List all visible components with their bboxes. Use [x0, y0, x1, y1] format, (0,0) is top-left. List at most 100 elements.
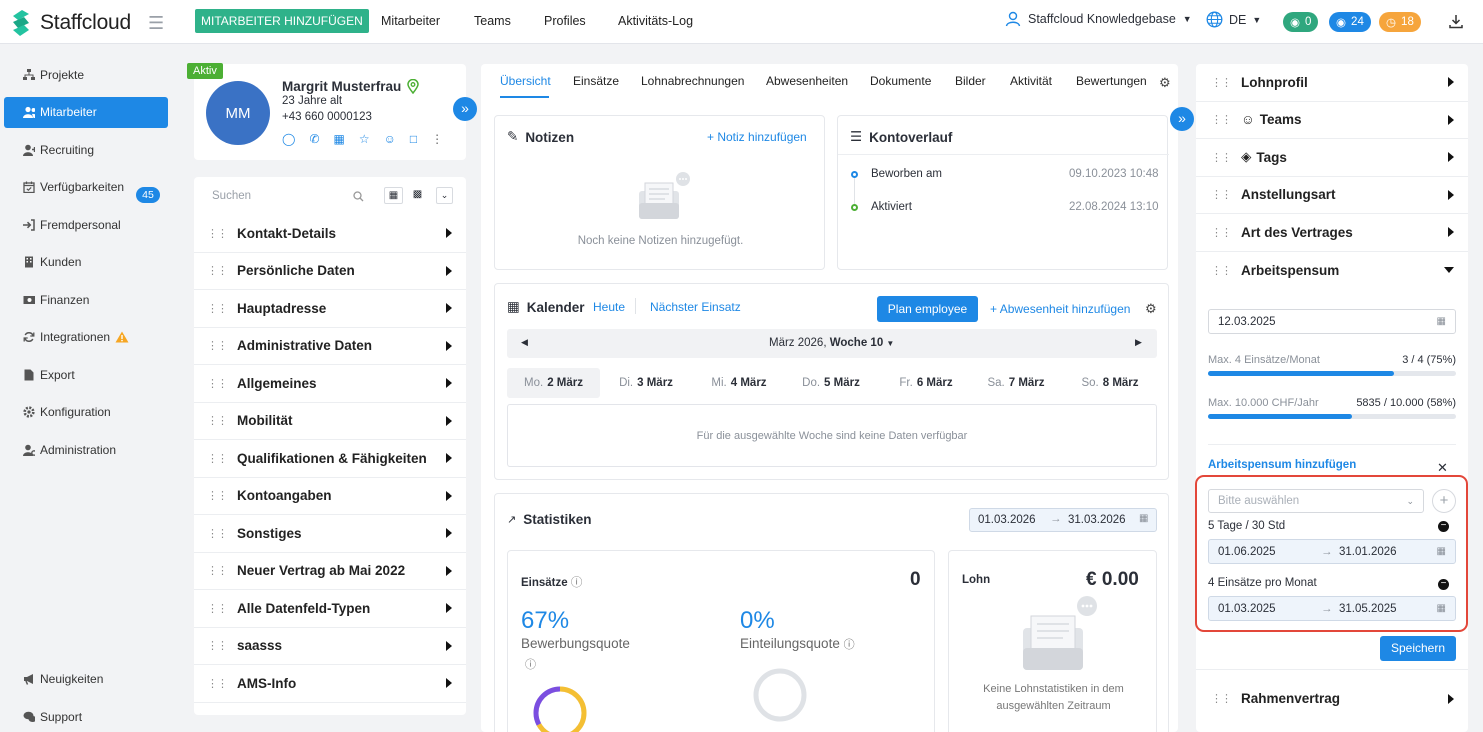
drag-handle-icon[interactable]: ⋮⋮	[207, 564, 228, 577]
drag-handle-icon[interactable]: ⋮⋮	[207, 489, 228, 502]
avatar[interactable]: MM	[206, 81, 270, 145]
tab-abwesenheiten[interactable]: Abwesenheiten	[766, 74, 848, 88]
sidebar-item-export[interactable]: Export	[23, 368, 75, 382]
drag-handle-icon[interactable]: ⋮⋮	[207, 339, 228, 352]
account-menu[interactable]: Staffcloud Knowledgebase ▼	[1005, 11, 1192, 27]
expand-profile-button[interactable]: »	[453, 97, 477, 121]
day-mi-3[interactable]: Mi. 4 März	[696, 368, 782, 398]
right-section-art-des-vertrages[interactable]: ⋮⋮ Art des Vertrages	[1196, 214, 1468, 252]
drag-handle-icon[interactable]: ⋮⋮	[1211, 113, 1232, 126]
right-section-teams[interactable]: ⋮⋮ ☺ Teams	[1196, 102, 1468, 139]
pensum-date-field[interactable]: 12.03.2025 ▦	[1208, 309, 1456, 334]
pensum-select[interactable]: Bitte auswählen ⌄	[1208, 489, 1424, 513]
section-kontakt-details[interactable]: ⋮⋮ Kontakt-Details	[194, 215, 466, 253]
search-input[interactable]: Suchen	[212, 190, 251, 202]
day-di-2[interactable]: Di. 3 März	[603, 368, 689, 398]
section-allgemeines[interactable]: ⋮⋮ Allgemeines	[194, 365, 466, 403]
pensum-range-field[interactable]: 01.03.2025 → 31.05.2025 ▦	[1208, 596, 1456, 621]
sidebar-item-kunden[interactable]: Kunden	[23, 255, 81, 269]
tab-settings-icon[interactable]: ⚙	[1159, 75, 1171, 91]
calendar-settings-icon[interactable]: ⚙	[1145, 301, 1157, 317]
right-section-arbeitspensum[interactable]: ⋮⋮ Arbeitspensum	[1196, 252, 1468, 290]
tab-dokumente[interactable]: Dokumente	[870, 74, 931, 88]
document-icon[interactable]: □	[410, 132, 417, 146]
app-logo[interactable]: Staffcloud	[10, 8, 131, 38]
menu-toggle-icon[interactable]: ☰	[148, 13, 164, 34]
right-section-tags[interactable]: ⋮⋮ ◈ Tags	[1196, 139, 1468, 177]
sidebar-item-neuigkeiten[interactable]: Neuigkeiten	[23, 672, 103, 686]
day-mo-1[interactable]: Mo. 2 März	[507, 368, 600, 398]
section-administrative-daten[interactable]: ⋮⋮ Administrative Daten	[194, 328, 466, 365]
drag-handle-icon[interactable]: ⋮⋮	[1211, 692, 1232, 705]
star-icon[interactable]: ☆	[359, 132, 370, 146]
add-absence-link[interactable]: + Abwesenheit hinzufügen	[990, 302, 1130, 316]
drag-handle-icon[interactable]: ⋮⋮	[207, 302, 228, 315]
tab-aktivitaet[interactable]: Aktivität	[1010, 74, 1052, 88]
drag-handle-icon[interactable]: ⋮⋮	[1211, 226, 1232, 239]
sidebar-item-konfiguration[interactable]: Konfiguration	[23, 405, 111, 419]
week-selector[interactable]: März 2026, Woche 10 ▼	[769, 337, 894, 349]
user-icon[interactable]: ☺	[384, 132, 396, 146]
section-neuer-vertrag-ab-mai-2022[interactable]: ⋮⋮ Neuer Vertrag ab Mai 2022	[194, 553, 466, 590]
messages-counter[interactable]: ◉ 0	[1283, 12, 1319, 32]
next-assignment-link[interactable]: Nächster Einsatz	[650, 300, 741, 314]
plan-employee-button[interactable]: Plan employee	[877, 296, 978, 322]
sidebar-item-projekte[interactable]: Projekte	[23, 68, 84, 82]
today-link[interactable]: Heute	[593, 300, 625, 314]
next-week-icon[interactable]: ▶	[1135, 337, 1142, 348]
remove-pensum-icon[interactable]: −	[1438, 521, 1449, 532]
drag-handle-icon[interactable]: ⋮⋮	[1211, 76, 1232, 89]
drag-handle-icon[interactable]: ⋮⋮	[207, 639, 228, 652]
remove-pensum-icon[interactable]: −	[1438, 579, 1449, 590]
tab-bilder[interactable]: Bilder	[955, 74, 986, 88]
drag-handle-icon[interactable]: ⋮⋮	[1211, 151, 1232, 164]
grid-view-icon[interactable]: ▩	[408, 187, 427, 204]
drag-handle-icon[interactable]: ⋮⋮	[1211, 264, 1232, 277]
sidebar-item-recruiting[interactable]: Recruiting	[23, 143, 94, 157]
sidebar-item-finanzen[interactable]: Finanzen	[23, 293, 89, 307]
nav-mitarbeiter[interactable]: Mitarbeiter	[381, 14, 440, 28]
section-ams-info[interactable]: ⋮⋮ AMS-Info	[194, 665, 466, 703]
right-section-rahmenvertrag[interactable]: ⋮⋮ Rahmenvertrag	[1196, 680, 1468, 718]
nav-activity-log[interactable]: Aktivitäts-Log	[618, 14, 693, 28]
tab-uebersicht[interactable]: Übersicht	[500, 74, 551, 88]
close-icon[interactable]: ✕	[1437, 460, 1448, 476]
previous-week-icon[interactable]: ◀	[521, 337, 528, 348]
more-options-icon[interactable]: ⋮	[431, 132, 443, 146]
drag-handle-icon[interactable]: ⋮⋮	[207, 377, 228, 390]
pensum-range-field[interactable]: 01.06.2025 → 31.01.2026 ▦	[1208, 539, 1456, 564]
drag-handle-icon[interactable]: ⋮⋮	[207, 452, 228, 465]
phone-icon[interactable]: ✆	[309, 132, 319, 146]
expand-right-panel-button[interactable]: »	[1170, 107, 1194, 131]
section-kontoangaben[interactable]: ⋮⋮ Kontoangaben	[194, 478, 466, 515]
right-section-anstellungsart[interactable]: ⋮⋮ Anstellungsart	[1196, 177, 1468, 214]
sidebar-item-verfuegbarkeiten[interactable]: Verfügbarkeiten	[23, 180, 124, 194]
day-do-4[interactable]: Do. 5 März	[788, 368, 874, 398]
drag-handle-icon[interactable]: ⋮⋮	[207, 527, 228, 540]
add-pensum-link[interactable]: Arbeitspensum hinzufügen	[1208, 459, 1356, 471]
tab-einsaetze[interactable]: Einsätze	[573, 74, 619, 88]
statistics-date-range[interactable]: 01.03.2026 → 31.03.2026 ▦	[969, 508, 1157, 532]
section-saasss[interactable]: ⋮⋮ saasss	[194, 628, 466, 665]
save-button[interactable]: Speichern	[1380, 636, 1456, 661]
tab-bewertungen[interactable]: Bewertungen	[1076, 74, 1147, 88]
drag-handle-icon[interactable]: ⋮⋮	[207, 264, 228, 277]
section-mobilitaet[interactable]: ⋮⋮ Mobilität	[194, 403, 466, 440]
language-selector[interactable]: DE ▼	[1206, 11, 1261, 28]
calendar-icon[interactable]: ▦	[334, 132, 345, 146]
notifications-counter[interactable]: ◉ 24	[1329, 12, 1371, 32]
sidebar-item-fremdpersonal[interactable]: Fremdpersonal	[23, 218, 121, 232]
day-sa-6[interactable]: Sa. 7 März	[973, 368, 1059, 398]
timers-counter[interactable]: ◷ 18	[1379, 12, 1421, 32]
add-employee-button[interactable]: MITARBEITER HINZUFÜGEN	[195, 9, 369, 33]
nav-profiles[interactable]: Profiles	[544, 14, 586, 28]
day-so-7[interactable]: So. 8 März	[1067, 368, 1153, 398]
chat-icon[interactable]: ◯	[282, 132, 295, 146]
drag-handle-icon[interactable]: ⋮⋮	[1211, 188, 1232, 201]
drag-handle-icon[interactable]: ⋮⋮	[207, 227, 228, 240]
section-sonstiges[interactable]: ⋮⋮ Sonstiges	[194, 515, 466, 553]
sidebar-item-support[interactable]: Support	[23, 710, 82, 724]
section-qualifikationen-faehigkeiten[interactable]: ⋮⋮ Qualifikationen & Fähigkeiten	[194, 440, 466, 478]
section-alle-datenfeld-typen[interactable]: ⋮⋮ Alle Datenfeld-Typen	[194, 590, 466, 628]
collapse-all-icon[interactable]: ⌄	[436, 187, 453, 204]
